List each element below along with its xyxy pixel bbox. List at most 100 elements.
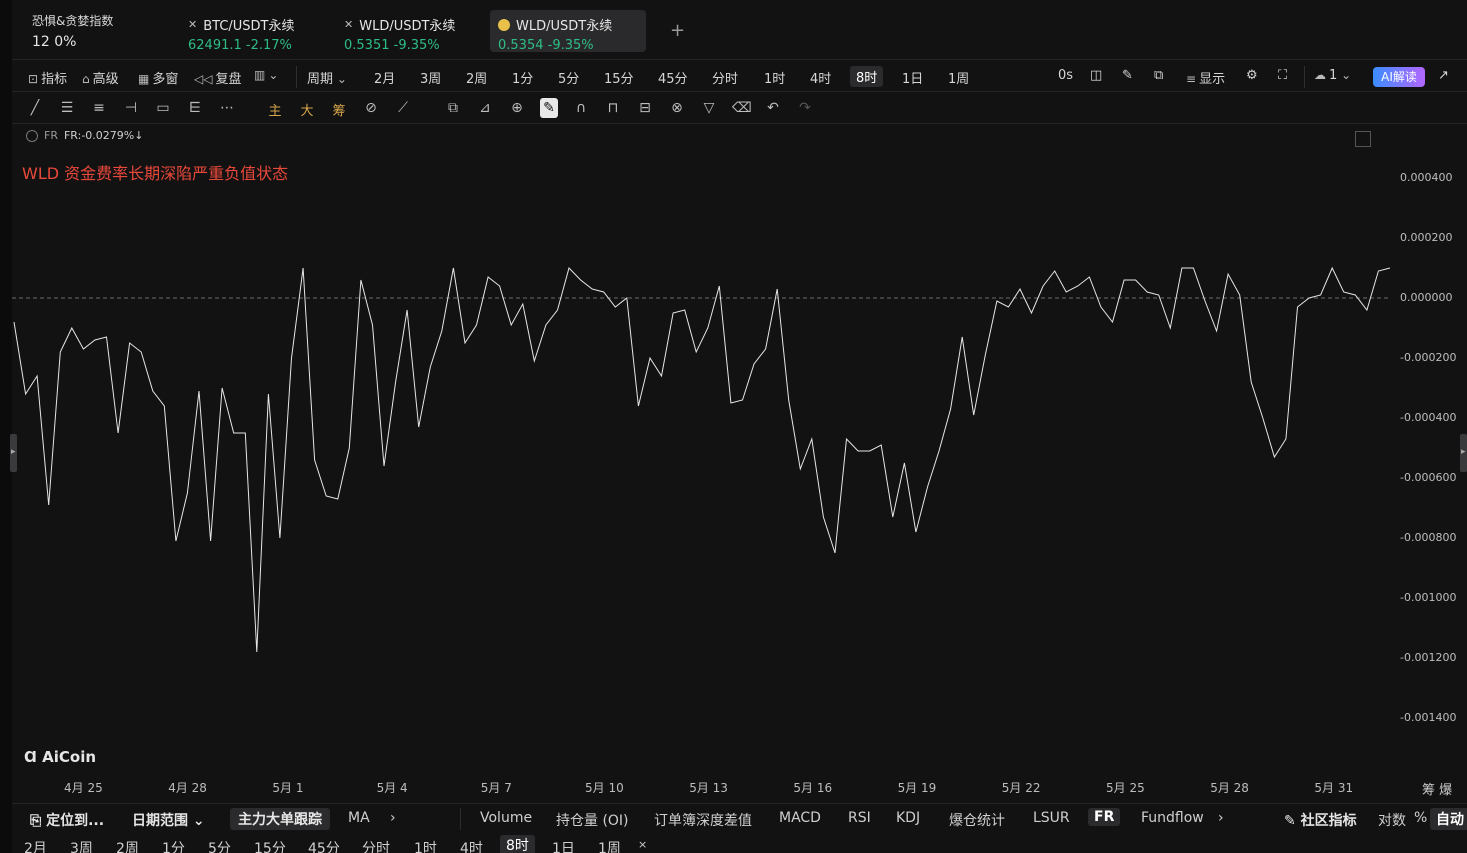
auto-scale-toggle[interactable]: 自动 xyxy=(1430,808,1467,830)
advanced-button[interactable]: ⌂ 高级 xyxy=(82,68,119,87)
indicator-volume[interactable]: Volume xyxy=(480,810,532,826)
indicator-depth[interactable]: 订单簿深度差值 xyxy=(654,810,752,830)
more-icon[interactable]: ⋯ xyxy=(218,100,236,116)
tab-btc-usdt[interactable]: ✕ BTC/USDT永续 62491.1 -2.17% xyxy=(180,10,303,53)
period-4h[interactable]: 4时 xyxy=(460,838,483,853)
parallel-channel-icon[interactable]: ☰ xyxy=(58,100,76,116)
main-force-toggle[interactable]: 主 xyxy=(266,100,284,119)
period-3w[interactable]: 3周 xyxy=(420,68,441,87)
eraser-icon[interactable]: ✎ xyxy=(540,98,558,118)
period-1h[interactable]: 1时 xyxy=(764,68,785,87)
period-3w[interactable]: 3周 xyxy=(70,838,93,853)
indicator-macd[interactable]: MACD xyxy=(779,810,821,826)
log-scale-toggle[interactable]: 对数 xyxy=(1378,810,1406,830)
layer-button[interactable]: ☁ 1 ⌄ xyxy=(1314,68,1354,83)
period-1h[interactable]: 1时 xyxy=(414,838,437,853)
period-1m[interactable]: 1分 xyxy=(512,68,533,87)
horizontal-lines-icon[interactable]: ≡ xyxy=(90,100,108,116)
right-panel-handle[interactable]: ▸ xyxy=(1460,434,1467,472)
tab-wld-usdt-active[interactable]: WLD/USDT永续 0.5354 -9.35% xyxy=(490,10,646,53)
period-15m[interactable]: 15分 xyxy=(254,838,286,853)
trash-icon[interactable]: ⌫ xyxy=(732,100,752,116)
fullscreen-icon[interactable]: ⛶ xyxy=(1278,68,1287,83)
chip-toggle[interactable]: 筹 xyxy=(330,100,348,119)
date-range-dropdown[interactable]: 日期范围 ⌄ xyxy=(132,810,205,830)
replay-button[interactable]: ◁◁ 复盘 xyxy=(194,68,241,87)
period-timeline[interactable]: 分时 xyxy=(362,838,390,853)
indicator-fundflow[interactable]: Fundflow xyxy=(1141,810,1204,826)
period-1m[interactable]: 1分 xyxy=(162,838,185,853)
period-2w[interactable]: 2周 xyxy=(116,838,139,853)
period-45m[interactable]: 45分 xyxy=(658,68,688,87)
period-1w[interactable]: 1周 xyxy=(598,838,621,853)
period-4h[interactable]: 4时 xyxy=(810,68,831,87)
display-button[interactable]: ≡ 显示 xyxy=(1186,68,1225,87)
fear-greed-widget[interactable]: 恐惧&贪婪指数 12 0% xyxy=(32,12,113,50)
period-1w[interactable]: 1周 xyxy=(948,68,969,87)
indicator-rsi[interactable]: RSI xyxy=(848,810,871,826)
period-1d[interactable]: 1日 xyxy=(902,68,923,87)
multi-window-button[interactable]: ▦ 多窗 xyxy=(138,68,178,87)
horizontal-ray-icon[interactable]: ⊣ xyxy=(122,100,140,116)
liquidation-label[interactable]: 爆 xyxy=(1439,783,1452,798)
pen-icon[interactable]: ✎ xyxy=(1122,68,1133,83)
indicator-lsur[interactable]: LSUR xyxy=(1033,810,1070,826)
left-panel-handle[interactable]: ▸ xyxy=(10,434,17,472)
add-tab-icon[interactable]: + xyxy=(670,20,685,41)
settings-icon[interactable]: ⚙ xyxy=(1246,68,1258,83)
period-2w[interactable]: 2周 xyxy=(466,68,487,87)
fr-series-line xyxy=(13,266,1391,653)
ai-analysis-button[interactable]: AI解读 xyxy=(1373,67,1425,87)
x-axis-tick: 4月 25 xyxy=(64,781,103,795)
fib-icon[interactable]: ⋿ xyxy=(186,100,204,116)
indicator-fr[interactable]: FR xyxy=(1088,808,1121,826)
period-5m[interactable]: 5分 xyxy=(558,68,579,87)
share-icon[interactable]: ⧉ xyxy=(1154,68,1163,83)
filter-icon[interactable]: ▽ xyxy=(700,100,718,116)
period-8h[interactable]: 8时 xyxy=(500,835,535,853)
chip-label[interactable]: 筹 xyxy=(1422,783,1435,798)
chart-type-button[interactable]: ▥ ⌄ xyxy=(254,68,281,83)
period-dropdown[interactable]: 周期 ⌄ xyxy=(307,68,350,87)
compare-icon[interactable]: ⊘ xyxy=(362,100,380,116)
link-icon[interactable]: ⊗ xyxy=(668,100,686,116)
zoom-icon[interactable]: ⊕ xyxy=(508,100,526,116)
indicator-button[interactable]: ⊡ 指标 xyxy=(28,68,67,87)
period-2m[interactable]: 2月 xyxy=(374,68,395,87)
chevron-right-icon[interactable]: › xyxy=(1218,810,1224,826)
close-icon[interactable]: ✕ xyxy=(344,18,353,31)
big-order-toggle[interactable]: 大 xyxy=(298,100,316,119)
ruler-icon[interactable]: ⊿ xyxy=(476,100,494,116)
lock-icon[interactable]: ⊓ xyxy=(604,100,622,116)
chevron-right-icon[interactable]: › xyxy=(390,810,396,826)
undo-icon[interactable]: ↶ xyxy=(764,100,782,116)
line-tool-icon[interactable]: ╱ xyxy=(26,100,44,116)
period-15m[interactable]: 15分 xyxy=(604,68,634,87)
period-2m[interactable]: 2月 xyxy=(24,838,47,853)
indicator-oi[interactable]: 持仓量 (OI) xyxy=(556,810,629,830)
magic-icon[interactable]: ⟋ xyxy=(394,100,412,116)
period-1d[interactable]: 1日 xyxy=(552,838,575,853)
camera-icon[interactable]: ◫ xyxy=(1090,68,1102,83)
redo-icon[interactable]: ↷ xyxy=(796,100,814,116)
locate-button[interactable]: ⎘ 定位到... xyxy=(30,810,104,830)
tab-wld-usdt[interactable]: ✕ WLD/USDT永续 0.5351 -9.35% xyxy=(336,10,463,53)
indicator-liquidation[interactable]: 爆仓统计 xyxy=(949,810,1005,830)
rectangle-icon[interactable]: ▭ xyxy=(154,100,172,116)
close-icon[interactable]: ✕ xyxy=(188,18,197,31)
magnet-icon[interactable]: ∩ xyxy=(572,100,590,116)
community-indicator-button[interactable]: ✎ 社区指标 xyxy=(1284,810,1357,830)
main-force-tracking-button[interactable]: 主力大单跟踪 xyxy=(230,808,330,830)
visibility-icon[interactable]: ⊟ xyxy=(636,100,654,116)
indicator-kdj[interactable]: KDJ xyxy=(896,810,920,826)
period-45m[interactable]: 45分 xyxy=(308,838,340,853)
period-8h[interactable]: 8时 xyxy=(850,66,884,87)
close-icon[interactable]: × xyxy=(638,838,647,851)
period-5m[interactable]: 5分 xyxy=(208,838,231,853)
period-timeline[interactable]: 分时 xyxy=(712,68,738,87)
share-out-icon[interactable]: ↗ xyxy=(1438,68,1449,83)
percent-toggle[interactable]: % xyxy=(1414,810,1427,826)
copy-icon[interactable]: ⧉ xyxy=(444,100,462,116)
ma-button[interactable]: MA xyxy=(348,810,370,826)
logo-text: AiCoin xyxy=(42,748,97,766)
